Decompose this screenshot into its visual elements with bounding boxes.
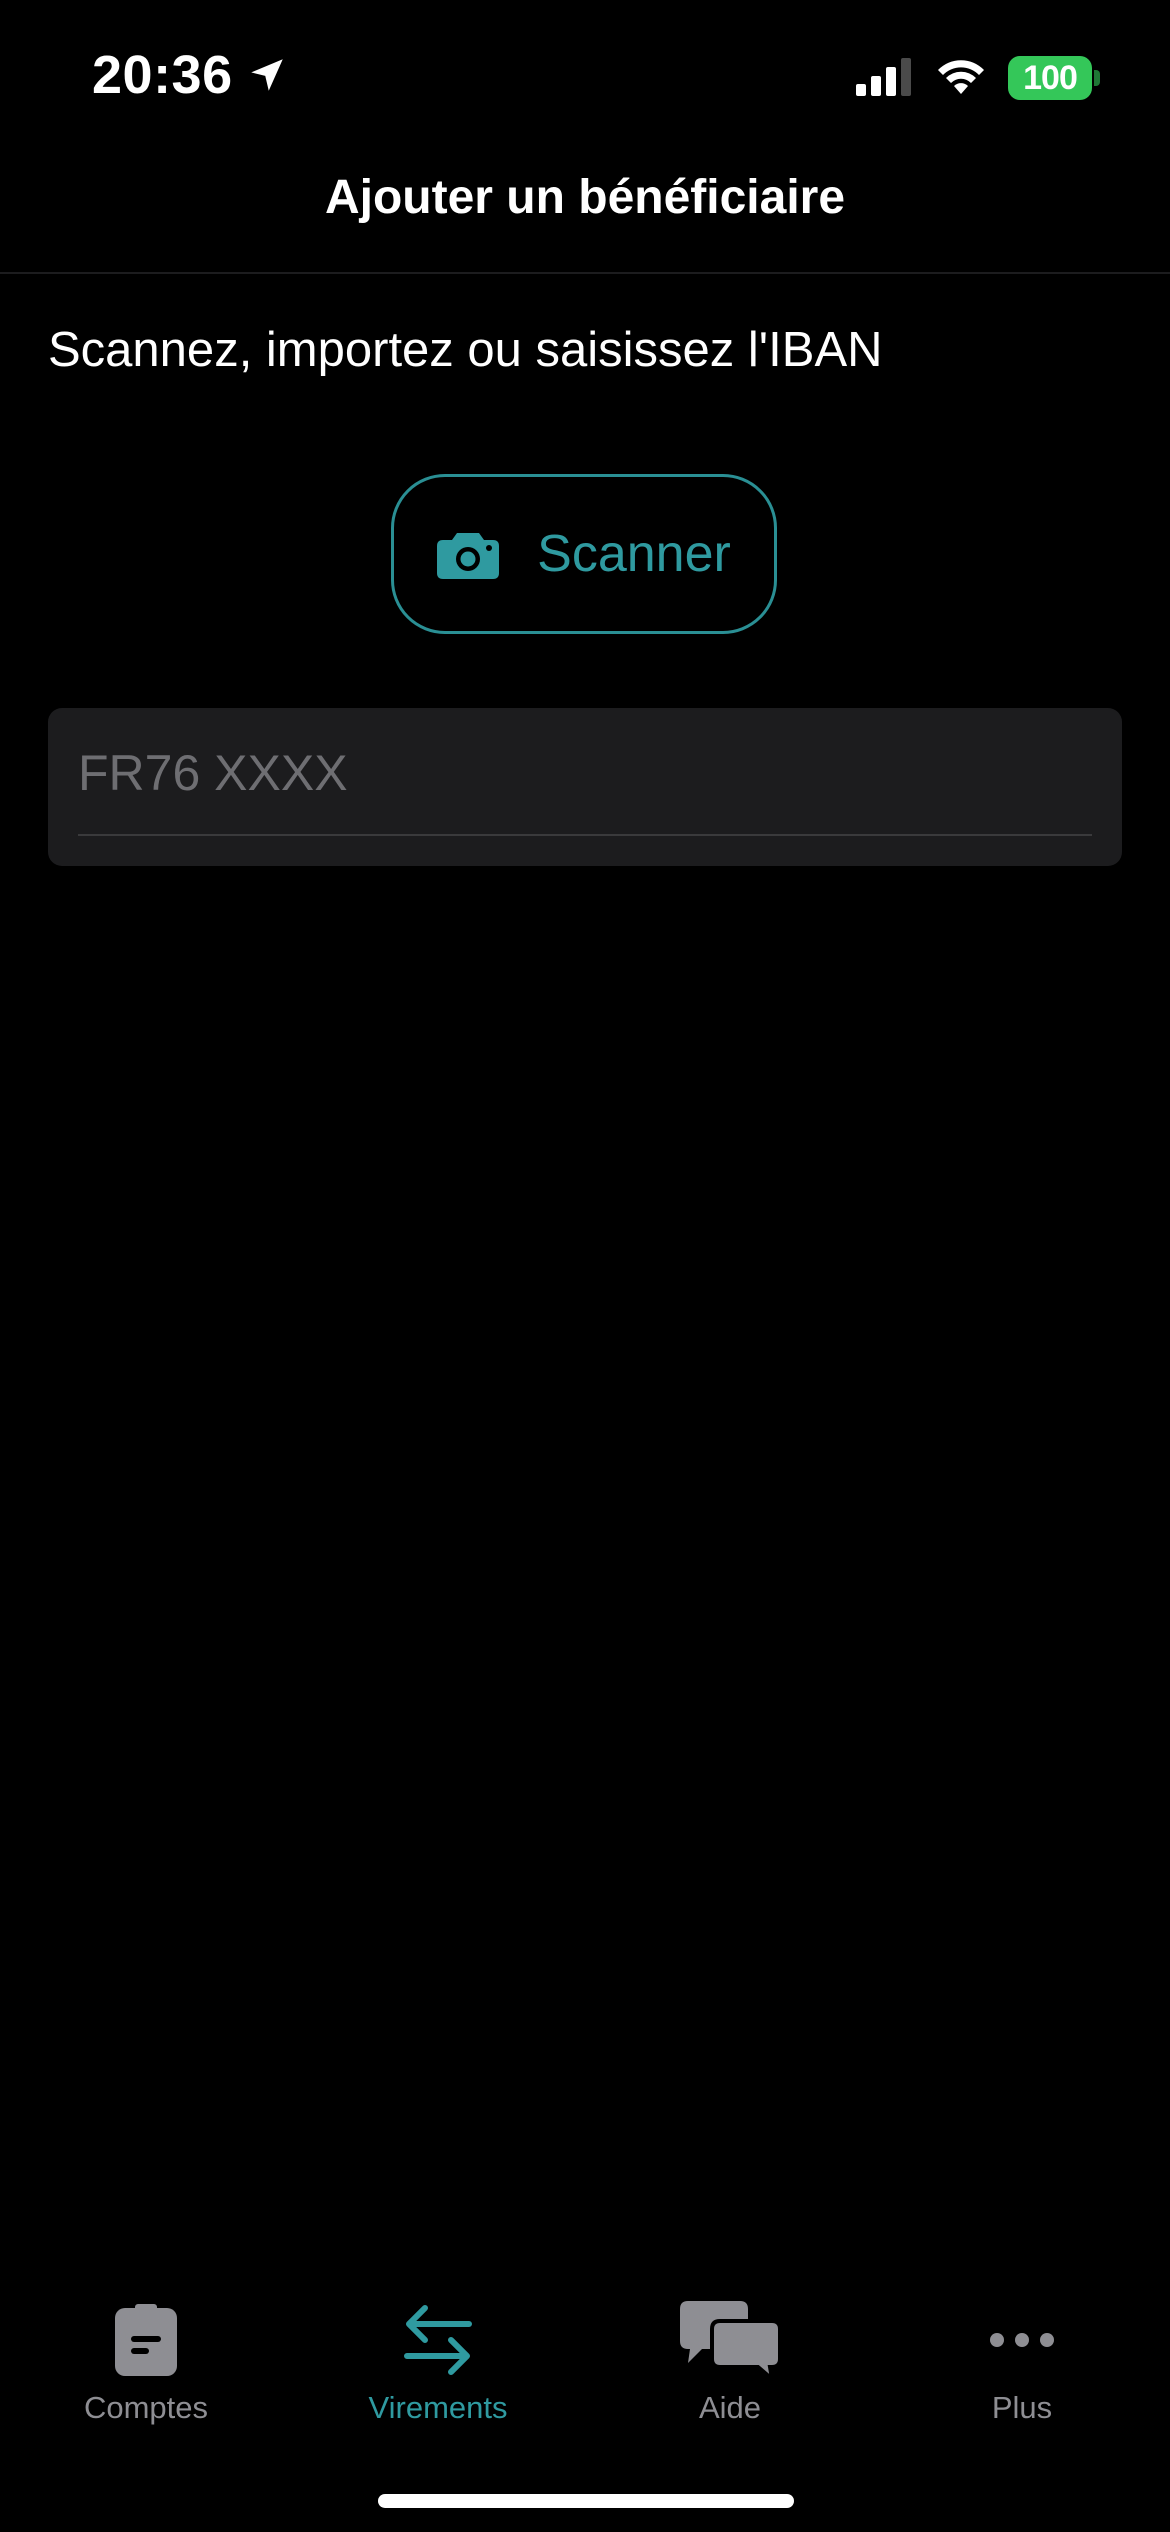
wifi-icon xyxy=(938,60,984,94)
iban-instruction: Scannez, importez ou saisissez l'IBAN xyxy=(48,323,883,377)
tab-plus[interactable]: Plus xyxy=(876,2270,1168,2430)
transfer-arrows-icon xyxy=(404,2305,472,2375)
battery-indicator: 100 xyxy=(1008,56,1092,100)
camera-icon xyxy=(437,533,500,579)
tab-comptes[interactable]: Comptes xyxy=(0,2270,292,2430)
document-icon xyxy=(115,2304,177,2376)
cellular-signal-icon xyxy=(856,58,911,96)
tab-comptes-label: Comptes xyxy=(83,2390,209,2425)
status-time: 20:36 xyxy=(92,45,233,105)
location-arrow-icon xyxy=(251,59,283,91)
battery-tip xyxy=(1094,70,1100,86)
tab-aide[interactable]: Aide xyxy=(584,2270,876,2430)
tab-virements-label: Virements xyxy=(368,2390,508,2425)
iban-field xyxy=(48,708,1122,866)
home-indicator[interactable] xyxy=(378,2494,794,2508)
page-title: Ajouter un bénéficiaire xyxy=(324,171,846,224)
iban-input-underline xyxy=(78,834,1092,836)
more-icon xyxy=(990,2333,1054,2347)
tab-aide-label: Aide xyxy=(698,2390,762,2425)
scan-button[interactable]: Scanner xyxy=(391,474,777,634)
iban-input[interactable] xyxy=(78,738,1088,808)
chat-bubbles-icon xyxy=(680,2301,780,2379)
tab-bar: Comptes Virements Aide Plus xyxy=(0,2270,1170,2430)
scan-button-label: Scanner xyxy=(537,525,731,583)
tab-virements[interactable]: Virements xyxy=(292,2270,584,2430)
tab-plus-label: Plus xyxy=(991,2390,1053,2425)
battery-level: 100 xyxy=(1023,58,1078,97)
status-bar: 20:36 100 xyxy=(0,0,1170,150)
header-divider xyxy=(0,272,1170,274)
